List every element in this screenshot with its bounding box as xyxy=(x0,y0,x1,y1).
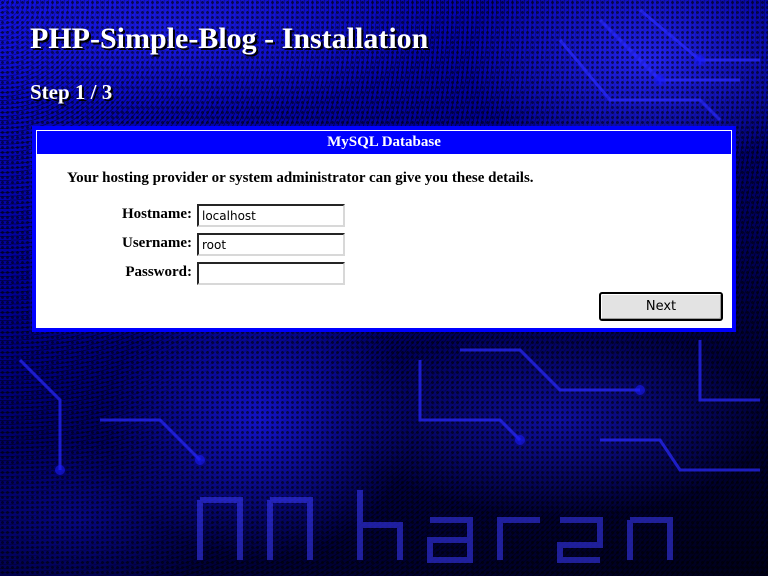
password-input[interactable] xyxy=(197,262,345,285)
step-indicator: Step 1 / 3 xyxy=(30,80,113,104)
username-input[interactable] xyxy=(197,233,345,256)
hostname-input[interactable] xyxy=(197,204,345,227)
hostname-label: Hostname: xyxy=(122,206,192,222)
password-row: Password: xyxy=(36,262,192,285)
intro-text: Your hosting provider or system administ… xyxy=(67,170,534,186)
next-button[interactable]: Next xyxy=(599,292,723,321)
mysql-database-panel: MySQL Database Your hosting provider or … xyxy=(32,126,736,332)
username-row: Username: xyxy=(36,233,192,256)
page-title: PHP-Simple-Blog - Installation xyxy=(30,22,429,55)
password-label: Password: xyxy=(125,264,192,280)
username-label: Username: xyxy=(122,235,192,251)
panel-header: MySQL Database xyxy=(36,130,732,154)
installer-page: { "page": { "title": "PHP-Simple-Blog - … xyxy=(0,0,768,576)
hostname-row: Hostname: xyxy=(36,204,192,227)
panel-body: MySQL Database Your hosting provider or … xyxy=(36,130,732,328)
